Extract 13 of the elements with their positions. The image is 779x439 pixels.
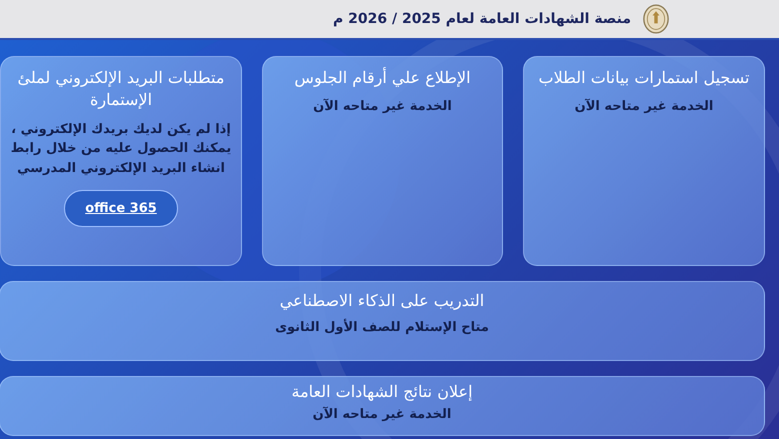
card-title: متطلبات البريد الإلكتروني لملئ الإستمارة xyxy=(16,67,226,112)
card-text: الخدمة غير متاحه الآن xyxy=(574,98,714,116)
card-title: الإطلاع علي أرقام الجلوس xyxy=(294,67,471,89)
emblem-icon xyxy=(643,4,669,34)
card-title: إعلان نتائج الشهادات العامة xyxy=(290,381,474,403)
card-text: الخدمة غير متاحه الآن xyxy=(312,406,452,424)
card-title: تسجيل استمارات بيانات الطلاب xyxy=(538,67,750,89)
card-title: التدريب على الذكاء الاصطناعي xyxy=(278,290,486,312)
page-title: منصة الشهادات العامة لعام 2025 / 2026 م xyxy=(332,11,631,27)
card-text: الخدمة غير متاحه الآن xyxy=(313,98,452,116)
card-text: إذا لم يكن لديك بريدك الإلكتروني ، يمكنك الحصول عليه من خلال رابط انشاء البريد الإلكتروني المدرسي xyxy=(10,120,232,178)
office-link-button[interactable]: office 365 xyxy=(64,190,178,228)
card-text: متاح الإستلام للصف الأول الثانوى xyxy=(274,318,490,338)
